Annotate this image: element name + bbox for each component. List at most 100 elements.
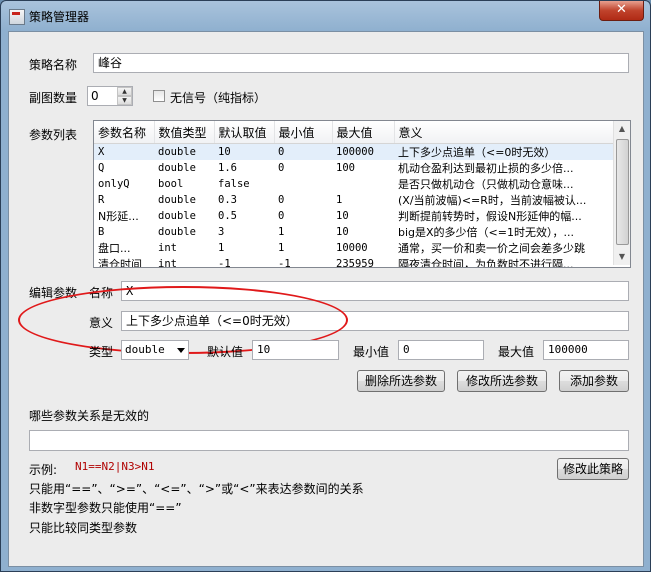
subchart-count-value: 0 <box>91 89 99 103</box>
title-bar[interactable]: 策略管理器 ✕ <box>1 1 650 31</box>
cell-meaning: 是否只做机动仓（只做机动仓意味... <box>398 178 574 191</box>
hint-non-numeric: 非数字型参数只能使用“==” <box>29 501 182 515</box>
spin-down-icon[interactable]: ▼ <box>117 96 132 105</box>
cell-max: 235959 <box>336 258 374 268</box>
column-header-param-name[interactable]: 参数名称 <box>94 121 155 144</box>
column-header-max[interactable]: 最大值 <box>332 121 395 144</box>
cell-meaning: (X/当前波幅)<=R时，当前波幅被认... <box>398 194 587 207</box>
app-icon <box>9 9 25 25</box>
min-value-label: 最小值 <box>353 345 390 359</box>
cell-max: 100 <box>336 162 355 174</box>
cell-meaning: 判断提前转势时，假设N形延伸的幅... <box>398 210 582 223</box>
hint-same-type: 只能比较同类型参数 <box>29 521 138 535</box>
column-header-default[interactable]: 默认取值 <box>214 121 275 144</box>
cell-default: 0.3 <box>218 194 237 206</box>
cell-max: 1 <box>336 194 343 206</box>
column-header-min[interactable]: 最小值 <box>274 121 333 144</box>
cell-min: 0 <box>278 162 285 174</box>
column-header-meaning[interactable]: 意义 <box>394 121 615 144</box>
cell-max <box>332 176 394 192</box>
cell-default: false <box>218 178 250 190</box>
example-label: 示例: <box>29 463 58 477</box>
cell-min: 1 <box>278 242 285 254</box>
cell-min: 1 <box>278 226 285 238</box>
table-row[interactable]: R double 0.3 0 1 (X/当前波幅)<=R时，当前波幅被认... <box>94 192 614 208</box>
spin-up-icon[interactable]: ▲ <box>117 87 132 96</box>
cell-min: 0 <box>278 210 285 222</box>
cell-default: 0.5 <box>218 210 237 222</box>
scroll-thumb[interactable] <box>616 139 629 245</box>
default-value-label: 默认值 <box>207 345 244 359</box>
param-grid[interactable]: 参数名称 数值类型 默认取值 最小值 最大值 意义 X double 10 0 <box>93 120 631 268</box>
cell-type: int <box>158 242 177 254</box>
cell-min: 0 <box>274 143 332 160</box>
cell-default: 3 <box>218 226 225 238</box>
modify-param-button[interactable]: 修改所选参数 <box>457 370 547 392</box>
cell-name: X <box>94 143 154 160</box>
cell-meaning: 隔夜清仓时间，为负数时不进行隔... <box>398 258 574 268</box>
chevron-down-icon <box>177 348 185 353</box>
client-area: 策略名称 峰谷 副图数量 0 ▲ ▼ 无信号（纯指标） 参数列表 参数名称 数值… <box>8 31 644 567</box>
invalid-relations-input[interactable] <box>29 430 629 451</box>
cell-min: -1 <box>278 258 291 268</box>
table-row[interactable]: onlyQ bool false 是否只做机动仓（只做机动仓意味... <box>94 176 614 192</box>
cell-type: double <box>158 226 196 238</box>
default-value-input[interactable]: 10 <box>252 340 339 360</box>
cell-default: 1 <box>218 242 225 254</box>
column-header-value-type[interactable]: 数值类型 <box>154 121 215 144</box>
cell-max: 10000 <box>336 242 368 254</box>
cell-name: B <box>98 226 105 238</box>
table-row[interactable]: 清仓时间 int -1 -1 235959 隔夜清仓时间，为负数时不进行隔... <box>94 256 614 268</box>
param-type-select[interactable]: double <box>121 340 189 360</box>
scroll-down-icon[interactable]: ▼ <box>614 249 630 265</box>
close-button[interactable]: ✕ <box>599 1 644 21</box>
min-value-input[interactable]: 0 <box>398 340 484 360</box>
cell-min <box>274 176 332 192</box>
cell-type: bool <box>158 178 184 190</box>
table-row[interactable]: X double 10 0 100000 上下多少点追单（<=0时无效） <box>94 143 614 160</box>
table-row[interactable]: 盘口... int 1 1 10000 通常，买一价和卖一价之间会差多少跳 <box>94 240 614 256</box>
no-signal-label: 无信号（纯指标） <box>170 91 267 105</box>
cell-default: -1 <box>218 258 231 268</box>
table-row[interactable]: Q double 1.6 0 100 机动仓盈利达到最初止损的多少倍... <box>94 160 614 176</box>
max-value-input[interactable]: 100000 <box>543 340 629 360</box>
strategy-manager-window: 策略管理器 ✕ 策略名称 峰谷 副图数量 0 ▲ ▼ 无信号（纯指标） 参数列表 <box>0 0 651 572</box>
cell-name: onlyQ <box>98 178 130 190</box>
cell-default: 10 <box>214 143 274 160</box>
cell-default: 1.6 <box>218 162 237 174</box>
example-value: N1==N2|N3>N1 <box>75 460 155 473</box>
cell-meaning: 通常，买一价和卖一价之间会差多少跳 <box>398 242 585 255</box>
cell-meaning: 上下多少点追单（<=0时无效） <box>394 143 614 160</box>
scroll-up-icon[interactable]: ▲ <box>614 121 630 137</box>
cell-name: 清仓时间 <box>98 258 142 268</box>
param-grid-scrollbar[interactable]: ▲ ▼ <box>613 121 630 265</box>
cell-meaning: big是X的多少倍（<=1时无效），... <box>398 226 574 239</box>
max-value-label: 最大值 <box>498 345 535 359</box>
add-param-button[interactable]: 添加参数 <box>559 370 629 392</box>
table-row[interactable]: B double 3 1 10 big是X的多少倍（<=1时无效），... <box>94 224 614 240</box>
cell-type: double <box>154 143 214 160</box>
cell-type: double <box>158 210 196 222</box>
invalid-relations-label: 哪些参数关系是无效的 <box>29 409 150 423</box>
param-list-label: 参数列表 <box>29 128 78 142</box>
strategy-name-label: 策略名称 <box>29 58 78 72</box>
modify-strategy-button[interactable]: 修改此策略 <box>557 458 629 480</box>
delete-param-button[interactable]: 删除所选参数 <box>357 370 445 392</box>
cell-max: 100000 <box>332 143 394 160</box>
param-type-label: 类型 <box>89 345 114 359</box>
strategy-name-input[interactable]: 峰谷 <box>93 53 629 73</box>
subchart-count-stepper[interactable]: 0 ▲ ▼ <box>87 86 133 106</box>
hint-operators: 只能用“==”、“>=”、“<=”、“>”或“<”来表达参数间的关系 <box>29 482 364 496</box>
table-row[interactable]: N形延... double 0.5 0 10 判断提前转势时，假设N形延伸的幅.… <box>94 208 614 224</box>
subchart-count-label: 副图数量 <box>29 91 78 105</box>
param-type-value: double <box>125 343 165 356</box>
cell-min: 0 <box>278 194 285 206</box>
cell-type: int <box>158 258 177 268</box>
cell-name: Q <box>98 162 105 174</box>
cell-max: 10 <box>336 226 349 238</box>
no-signal-checkbox[interactable] <box>153 90 165 102</box>
cell-max: 10 <box>336 210 349 222</box>
cell-name: 盘口... <box>98 242 131 255</box>
cell-type: double <box>158 162 196 174</box>
window-title: 策略管理器 <box>29 10 90 24</box>
